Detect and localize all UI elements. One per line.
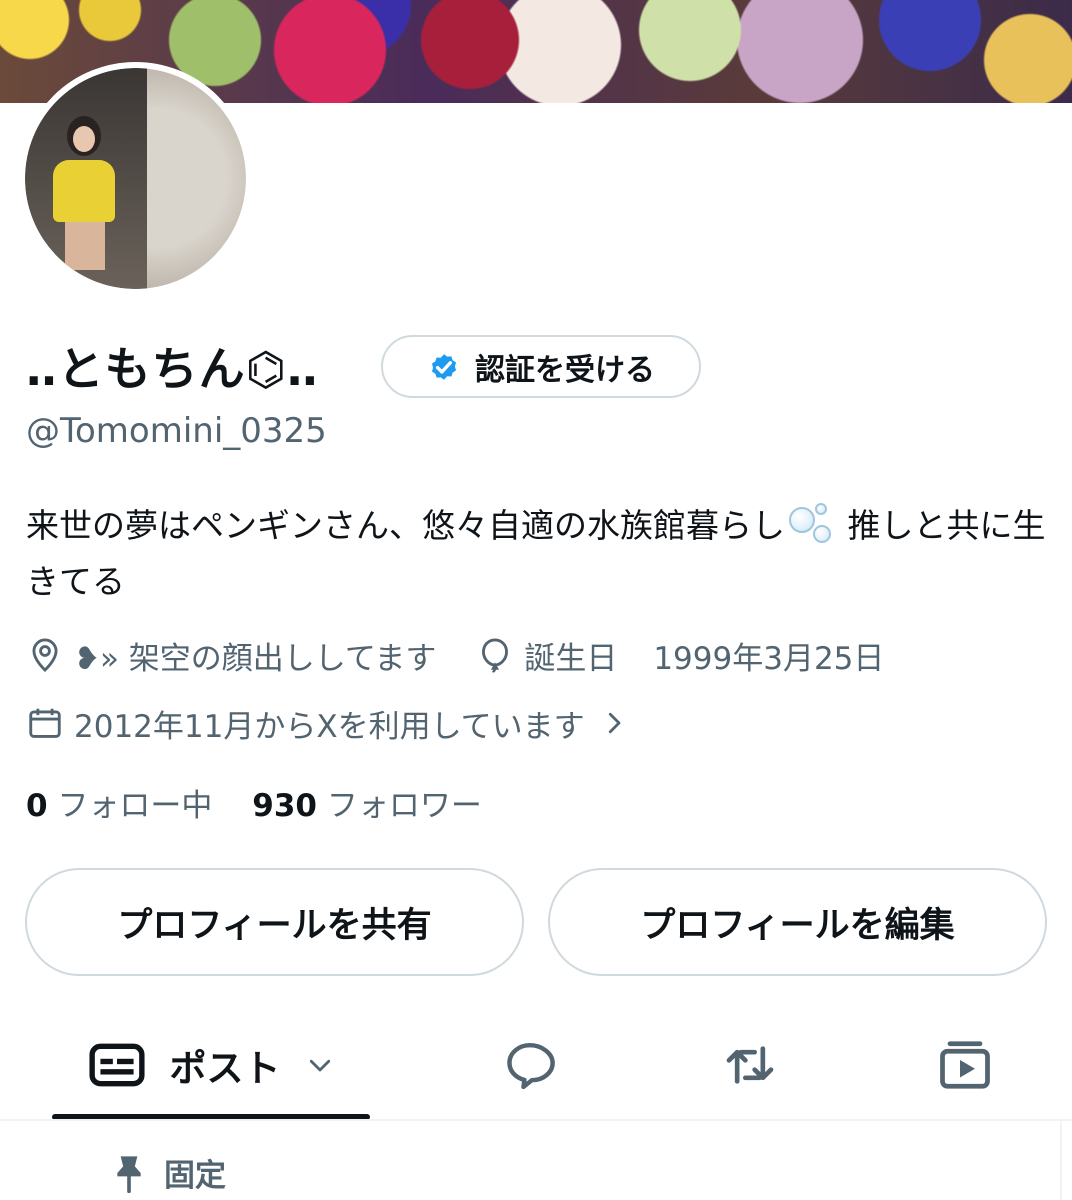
bio-text-1: 来世の夢はペンギンさん、悠々自適の水族館暮らし bbox=[26, 506, 785, 545]
avatar-image bbox=[25, 68, 246, 289]
pinned-label: 固定 bbox=[164, 1158, 226, 1194]
content-border bbox=[1060, 1121, 1062, 1200]
following-link[interactable]: 0 フォロー中 bbox=[26, 788, 212, 824]
display-name: ‥ともちん⌬‥ bbox=[26, 342, 319, 396]
get-verified-label: 認証を受ける bbox=[475, 352, 655, 388]
birthday-label: 誕生日 bbox=[524, 640, 618, 677]
following-label: フォロー中 bbox=[57, 788, 213, 824]
followers-count: 930 bbox=[252, 788, 318, 824]
share-profile-button[interactable]: プロフィールを共有 bbox=[25, 868, 524, 976]
tab-replies[interactable] bbox=[480, 1010, 580, 1120]
bio: 来世の夢はペンギンさん、悠々自適の水族館暮らし 推しと共に生きてる bbox=[26, 498, 1046, 610]
posts-icon bbox=[88, 1043, 145, 1087]
pinned-indicator: 固定 bbox=[112, 1150, 226, 1195]
location-icon bbox=[32, 638, 58, 672]
avatar[interactable] bbox=[19, 62, 252, 295]
repost-icon bbox=[726, 1046, 774, 1084]
verified-badge-icon bbox=[431, 353, 457, 380]
joined-text: 2012年11月からXを利用しています bbox=[74, 708, 585, 745]
reply-icon bbox=[507, 1042, 555, 1090]
tab-media[interactable] bbox=[915, 1010, 1015, 1120]
balloon-icon bbox=[482, 638, 509, 673]
user-handle: @Tomomini_0325 bbox=[26, 411, 327, 451]
tab-posts-label: ポスト bbox=[169, 1047, 281, 1090]
tab-posts[interactable]: ポスト bbox=[52, 1010, 370, 1120]
profile-tabs: ポスト bbox=[0, 1010, 1072, 1120]
followers-label: フォロワー bbox=[326, 788, 482, 824]
chevron-right-icon bbox=[608, 712, 621, 734]
display-name-row: ‥ともちん⌬‥ bbox=[26, 333, 319, 399]
profile-meta-row: ❥» 架空の顔出ししてます 誕生日 1999年3月25日 bbox=[26, 632, 884, 678]
get-verified-button[interactable]: 認証を受ける bbox=[381, 335, 701, 398]
edit-profile-button[interactable]: プロフィールを編集 bbox=[548, 868, 1047, 976]
birthday-value: 1999年3月25日 bbox=[653, 640, 885, 677]
following-count: 0 bbox=[26, 788, 48, 824]
joined-row[interactable]: 2012年11月からXを利用しています bbox=[26, 700, 629, 746]
calendar-icon bbox=[29, 708, 61, 738]
location-text: ❥» 架空の顔出ししてます bbox=[74, 640, 437, 677]
followers-link[interactable]: 930 フォロワー bbox=[252, 788, 482, 824]
media-icon bbox=[940, 1041, 990, 1089]
tab-reposts[interactable] bbox=[700, 1010, 800, 1120]
follow-stats: 0 フォロー中 930 フォロワー bbox=[26, 780, 482, 825]
chevron-down-icon[interactable] bbox=[305, 1050, 335, 1080]
tabs-divider bbox=[0, 1119, 1072, 1121]
bubbles-emoji bbox=[789, 503, 833, 543]
pin-icon bbox=[117, 1155, 141, 1193]
